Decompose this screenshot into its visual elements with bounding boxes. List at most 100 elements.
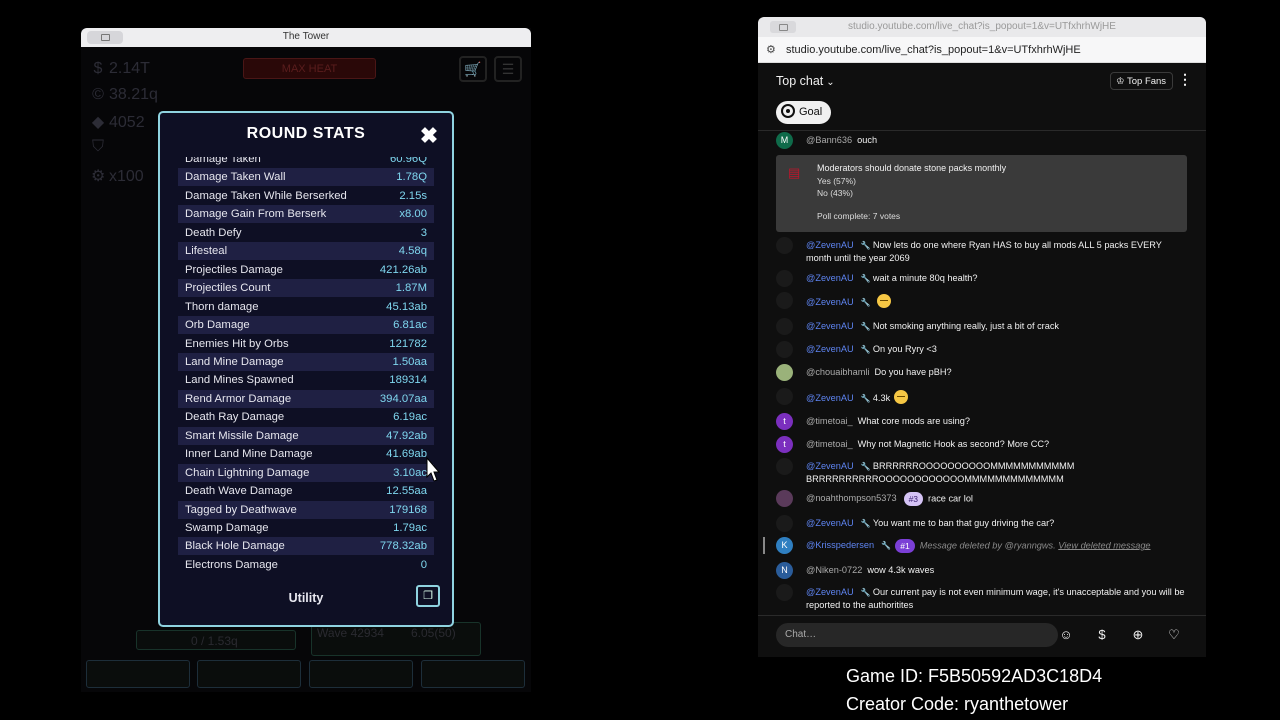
- bottom-tab-3[interactable]: [309, 660, 413, 688]
- shield-icon: ⛉: [91, 138, 104, 155]
- message-author[interactable]: @timetoai_: [806, 416, 853, 426]
- stat-value: 1.78Q: [396, 171, 427, 184]
- top-fans-button[interactable]: ♔ Top Fans: [1110, 72, 1174, 90]
- game-window-title: The Tower: [282, 31, 330, 42]
- stat-value: 121782: [389, 337, 427, 350]
- heart-icon[interactable]: ♡: [1165, 626, 1183, 644]
- message-author[interactable]: @Bann636: [806, 135, 852, 145]
- url-text[interactable]: studio.youtube.com/live_chat?is_popout=1…: [786, 44, 1081, 56]
- avatar[interactable]: t: [776, 413, 793, 430]
- message-author[interactable]: @Niken-0722: [806, 565, 862, 575]
- expressionless-emoji-icon: [876, 294, 891, 308]
- message-author[interactable]: @Krisspedersen: [806, 540, 874, 550]
- goal-button[interactable]: Goal: [776, 101, 832, 124]
- avatar[interactable]: [776, 237, 793, 254]
- more-options-icon[interactable]: ⋮: [1178, 71, 1192, 88]
- message-author[interactable]: @ZevenAU: [806, 518, 854, 528]
- stat-row: Swamp Damage 1.79ac: [178, 519, 434, 537]
- message-author[interactable]: @ZevenAU: [806, 587, 854, 597]
- stat-label: Projectiles Count: [185, 282, 271, 295]
- close-icon[interactable]: ✖: [418, 125, 440, 147]
- game-id-text: Game ID: F5B50592AD3C18D4: [846, 666, 1103, 686]
- message-author[interactable]: @noahthompson5373: [806, 493, 897, 503]
- deleted-indicator: [763, 537, 765, 554]
- stat-row: Damage Taken 60.96Q: [178, 157, 434, 168]
- avatar[interactable]: [776, 388, 793, 405]
- bottom-tab-2[interactable]: [197, 660, 301, 688]
- avatar[interactable]: [776, 490, 793, 507]
- message-author[interactable]: @ZevenAU: [806, 240, 854, 250]
- top-fan-badge: #3: [903, 492, 924, 506]
- add-icon[interactable]: ⊕: [1129, 626, 1147, 644]
- message-body: @timetoai_ What core mods are using?: [806, 415, 1188, 427]
- view-deleted-link[interactable]: View deleted message: [1058, 540, 1150, 550]
- message-text: Do you have pBH?: [874, 367, 952, 377]
- speed-stat: ⚙ x100: [91, 168, 144, 185]
- message-text: race car lol: [928, 493, 973, 504]
- stat-row: Damage Gain From Berserk x8.00: [178, 205, 434, 224]
- stat-value: 1.87M: [395, 282, 427, 295]
- stats-list[interactable]: Damage Taken 60.96Q Damage Taken Wall 1.78Q…: [178, 157, 434, 583]
- stat-row: Smart Missile Damage 47.92ab: [178, 426, 434, 445]
- game-titlebar: The Tower: [81, 28, 531, 47]
- stat-row: Inner Land Mine Damage 41.69ab: [178, 445, 434, 463]
- avatar[interactable]: K: [776, 537, 793, 554]
- stat-row: Thorn damage 45.13ab: [178, 298, 434, 316]
- poll-option: Yes (57%): [817, 176, 856, 186]
- avatar[interactable]: [776, 458, 793, 475]
- cell-progress-text: 0 / 1.53q: [191, 634, 238, 648]
- chat-mode-dropdown[interactable]: Top chat ⌄: [776, 74, 835, 88]
- message-author[interactable]: @chouaibhamli: [806, 367, 869, 377]
- message-author[interactable]: @timetoai_: [806, 439, 853, 449]
- avatar[interactable]: t: [776, 436, 793, 453]
- message-author[interactable]: @ZevenAU: [806, 344, 854, 354]
- avatar[interactable]: [776, 292, 793, 309]
- message-body: @chouaibhamli Do you have pBH?: [806, 366, 1188, 378]
- message-body: @Krisspedersen 🔧 #1 Message deleted by @ry…: [806, 539, 1188, 553]
- site-settings-icon[interactable]: ⚙: [766, 43, 776, 56]
- avatar[interactable]: [776, 318, 793, 335]
- message-author[interactable]: @ZevenAU: [806, 321, 854, 331]
- avatar[interactable]: N: [776, 562, 793, 579]
- message-author[interactable]: @ZevenAU: [806, 461, 854, 471]
- menu-icon[interactable]: ☰: [494, 56, 522, 82]
- goal-icon: [781, 104, 795, 118]
- avatar[interactable]: [776, 341, 793, 358]
- stat-label: Electrons Damage: [185, 558, 278, 571]
- moderator-wrench-icon: 🔧: [860, 345, 873, 354]
- message-body: @ZevenAU 🔧: [806, 294, 1188, 309]
- chat-input[interactable]: Chat…: [776, 623, 1058, 647]
- message-author[interactable]: @ZevenAU: [806, 297, 854, 307]
- stat-label: Thorn damage: [185, 300, 259, 313]
- avatar[interactable]: [776, 515, 793, 532]
- message-body: @ZevenAU 🔧 On you Ryry <3: [806, 343, 1188, 356]
- message-author[interactable]: @ZevenAU: [806, 393, 854, 403]
- message-text: On you Ryry <3: [872, 344, 937, 354]
- stat-value: 12.55aa: [386, 485, 427, 498]
- avatar[interactable]: [776, 584, 793, 601]
- message-body: @ZevenAU 🔧 Now lets do one where Ryan HAS…: [806, 239, 1188, 264]
- copy-icon[interactable]: ❐: [416, 585, 440, 607]
- moderator-wrench-icon: 🔧: [860, 274, 873, 283]
- stat-value: 45.13ab: [386, 300, 427, 313]
- bottom-tab-1[interactable]: [86, 660, 190, 688]
- message-body: @ZevenAU 🔧 wait a minute 80q health?: [806, 272, 1188, 285]
- emoji-icon[interactable]: ☺: [1057, 626, 1075, 644]
- avatar[interactable]: M: [776, 132, 793, 149]
- shop-cart-icon[interactable]: 🛒: [459, 56, 487, 82]
- message-body: @Niken-0722 wow 4.3k waves: [806, 564, 1188, 576]
- chat-header: Top chat ⌄ ♔ Top Fans ⋮ Goal: [758, 63, 1206, 131]
- stat-label: Swamp Damage: [185, 522, 269, 534]
- stat-row: Lifesteal 4.58q: [178, 242, 434, 261]
- stat-row: Chain Lightning Damage 3.10ac: [178, 463, 434, 482]
- super-chat-icon[interactable]: $: [1093, 626, 1111, 644]
- bottom-tab-4[interactable]: [421, 660, 525, 688]
- game-window: The Tower $2.14T © 38.21q ◆ 4052 ⛉ ⚙ x100 M…: [81, 28, 531, 692]
- gear-icon: ⚙: [91, 168, 106, 185]
- wave-value: 6.05(50): [411, 626, 456, 640]
- message-author[interactable]: @ZevenAU: [806, 273, 854, 283]
- address-bar[interactable]: ⚙ studio.youtube.com/live_chat?is_popout…: [758, 37, 1206, 63]
- avatar[interactable]: [776, 364, 793, 381]
- avatar[interactable]: [776, 270, 793, 287]
- stat-value: 0: [420, 558, 427, 571]
